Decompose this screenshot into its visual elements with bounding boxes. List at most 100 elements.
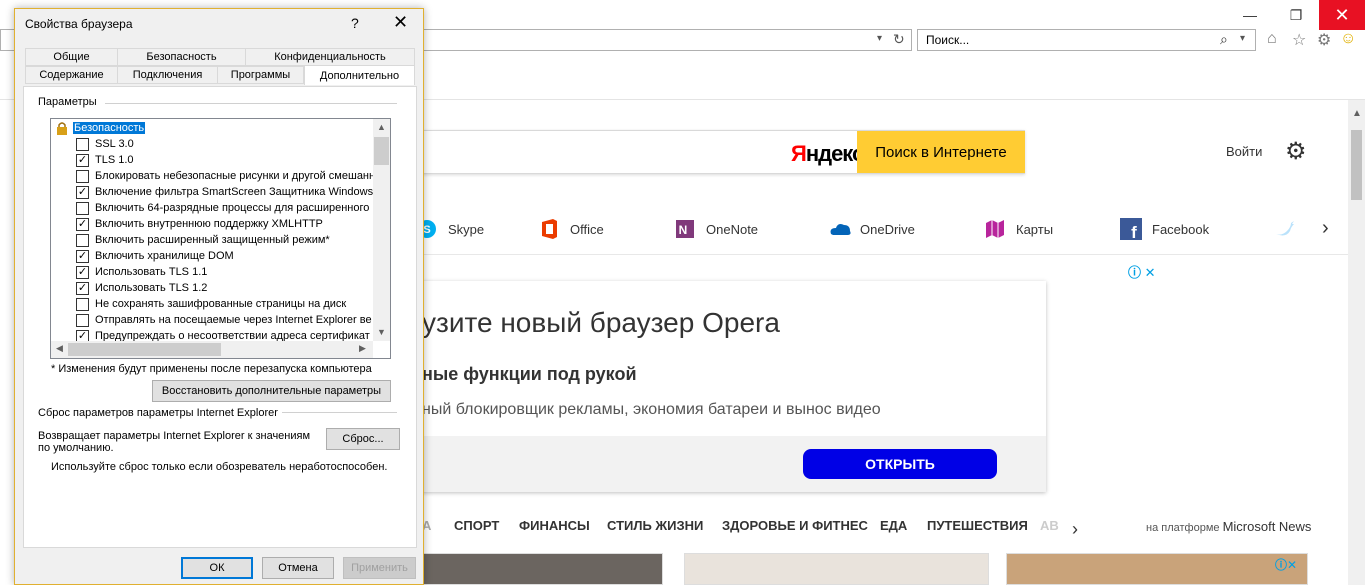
ad-open-button[interactable]: ОТКРЫТЬ: [803, 449, 997, 479]
tree-option[interactable]: ✓ Включение фильтра SmartScreen Защитника…: [76, 184, 373, 200]
news-card[interactable]: ⓘ✕: [1006, 553, 1308, 585]
tab-connections[interactable]: Подключения: [117, 66, 218, 84]
apply-button[interactable]: Применить: [343, 557, 416, 579]
tree-group-security[interactable]: Безопасность: [55, 120, 146, 136]
tree-option[interactable]: ✓ Использовать TLS 1.1: [76, 264, 207, 280]
tools-gear-icon[interactable]: ⚙: [1317, 30, 1331, 50]
tab-general[interactable]: Общие: [25, 48, 118, 66]
settings-tree[interactable]: Безопасность SSL 3.0 ✓ TLS 1.0 Блокировать …: [50, 118, 391, 359]
reset-button[interactable]: Сброс...: [326, 428, 400, 450]
checkbox-checked[interactable]: ✓: [76, 281, 89, 295]
chevron-right-icon[interactable]: ›: [1322, 217, 1329, 240]
ad-info-icon[interactable]: ⓘ✕: [1275, 556, 1297, 573]
ad-info-close-icon[interactable]: ⓘ ✕: [1128, 262, 1156, 281]
favorites-icon[interactable]: ☆: [1292, 30, 1306, 50]
search-dropdown-icon[interactable]: ▾: [1240, 33, 1245, 44]
app-maps[interactable]: Карты: [984, 218, 1053, 240]
category-item[interactable]: СПОРТ: [454, 518, 499, 533]
tree-option[interactable]: ✓ Включить хранилище DOM: [76, 248, 234, 264]
lock-icon: [55, 121, 69, 135]
refresh-icon[interactable]: ↻: [893, 31, 905, 48]
dropdown-icon[interactable]: ▾: [877, 33, 882, 44]
categories-next-icon[interactable]: ›: [1072, 519, 1078, 540]
tree-option-label: Включение фильтра SmartScreen Защитника …: [95, 186, 374, 198]
tree-vertical-scrollbar[interactable]: ▲ ▼: [373, 119, 390, 341]
scrollbar-thumb[interactable]: [68, 343, 221, 356]
tab-privacy[interactable]: Конфиденциальность: [245, 48, 415, 66]
ok-button[interactable]: ОК: [181, 557, 253, 579]
tab-programs[interactable]: Программы: [217, 66, 304, 84]
checkbox-checked[interactable]: ✓: [76, 153, 89, 167]
search-box[interactable]: Поиск... ⌕ ▾: [917, 29, 1256, 51]
home-icon[interactable]: ⌂: [1267, 30, 1277, 48]
search-icon[interactable]: ⌕: [1220, 31, 1228, 48]
tree-option[interactable]: Включить расширенный защищенный режим*: [76, 232, 330, 248]
search-input[interactable]: Поиск...: [926, 33, 969, 47]
tree-option[interactable]: Блокировать небезопасные рисунки и друго…: [76, 168, 375, 184]
app-office[interactable]: Office: [538, 218, 604, 240]
checkbox-checked[interactable]: ✓: [76, 265, 89, 279]
tree-option[interactable]: SSL 3.0: [76, 136, 134, 152]
app-onenote[interactable]: N OneNote: [674, 218, 758, 240]
tree-option[interactable]: Включить 64-разрядные процессы для расши…: [76, 200, 369, 216]
tree-option[interactable]: ✓ Использовать TLS 1.2: [76, 280, 207, 296]
dialog-close-icon[interactable]: ✕: [393, 12, 408, 33]
scroll-right-icon[interactable]: ▶: [359, 343, 366, 354]
restart-note: * Изменения будут применены после переза…: [51, 363, 372, 375]
app-label: OneDrive: [860, 221, 915, 237]
ad-description: ный блокировщик рекламы, экономия батаре…: [422, 401, 881, 418]
page-scrollbar[interactable]: ▲: [1348, 100, 1365, 585]
checkbox-unchecked[interactable]: [76, 233, 89, 247]
category-item[interactable]: ПУТЕШЕСТВИЯ: [927, 518, 1028, 533]
app-twitter[interactable]: [1274, 218, 1306, 240]
checkbox-unchecked[interactable]: [76, 313, 89, 327]
tree-option-label: Отправлять на посещаемые через Internet …: [95, 314, 372, 326]
close-window-button[interactable]: ✕: [1319, 0, 1365, 30]
category-item[interactable]: СТИЛЬ ЖИЗНИ: [607, 518, 703, 533]
yandex-search-button[interactable]: Поиск в Интернете: [857, 131, 1025, 173]
category-item[interactable]: АВ: [1040, 518, 1059, 533]
apps-row: S Skype Office N OneNote OneDrive Карты …: [400, 210, 1348, 255]
maximize-icon[interactable]: ❐: [1273, 0, 1319, 30]
tree-option[interactable]: ✓ TLS 1.0: [76, 152, 134, 168]
tree-option[interactable]: Отправлять на посещаемые через Internet …: [76, 312, 372, 328]
category-item[interactable]: ЗДОРОВЬЕ И ФИТНЕС: [722, 518, 868, 533]
scroll-left-icon[interactable]: ◀: [56, 343, 63, 354]
app-onedrive[interactable]: OneDrive: [828, 218, 915, 240]
tab-security[interactable]: Безопасность: [117, 48, 246, 66]
checkbox-unchecked[interactable]: [76, 169, 89, 183]
scroll-up-icon[interactable]: ▲: [377, 122, 386, 132]
opera-ad[interactable]: узите новый браузер Opera ные функции по…: [400, 281, 1046, 492]
scroll-up-icon[interactable]: ▲: [1352, 108, 1362, 119]
cancel-button[interactable]: Отмена: [262, 557, 334, 579]
checkbox-checked[interactable]: ✓: [76, 217, 89, 231]
scrollbar-thumb[interactable]: [1351, 130, 1362, 200]
app-facebook[interactable]: f Facebook: [1120, 218, 1209, 242]
checkbox-checked[interactable]: ✓: [76, 185, 89, 199]
settings-gear-icon[interactable]: ⚙: [1285, 137, 1307, 166]
category-item[interactable]: ФИНАНСЫ: [519, 518, 590, 533]
category-item[interactable]: ЕДА: [880, 518, 907, 533]
minimize-icon[interactable]: —: [1227, 0, 1273, 30]
app-skype[interactable]: S Skype: [416, 218, 484, 240]
app-label: Skype: [448, 221, 485, 237]
tree-option-label: Блокировать небезопасные рисунки и друго…: [95, 170, 376, 182]
restore-defaults-button[interactable]: Восстановить дополнительные параметры: [152, 380, 391, 402]
help-icon[interactable]: ?: [351, 15, 359, 31]
checkbox-unchecked[interactable]: [76, 201, 89, 215]
scrollbar-thumb[interactable]: [374, 137, 389, 165]
tree-option[interactable]: Не сохранять зашифрованные страницы на д…: [76, 296, 346, 312]
smiley-icon[interactable]: ☺: [1340, 30, 1356, 48]
checkbox-checked[interactable]: ✓: [76, 249, 89, 263]
tab-advanced[interactable]: Дополнительно: [304, 65, 415, 85]
news-card[interactable]: [420, 553, 663, 585]
tree-option[interactable]: ✓ Включить внутреннюю поддержку XMLHTTP: [76, 216, 323, 232]
yandex-search-box[interactable]: Яндекс Поиск в Интернете: [400, 130, 1025, 174]
scroll-down-icon[interactable]: ▼: [377, 327, 386, 337]
checkbox-unchecked[interactable]: [76, 137, 89, 151]
checkbox-unchecked[interactable]: [76, 297, 89, 311]
tree-horizontal-scrollbar[interactable]: ◀ ▶: [51, 341, 373, 358]
login-link[interactable]: Войти: [1226, 144, 1262, 159]
tab-content[interactable]: Содержание: [25, 66, 118, 84]
news-card[interactable]: [684, 553, 989, 585]
